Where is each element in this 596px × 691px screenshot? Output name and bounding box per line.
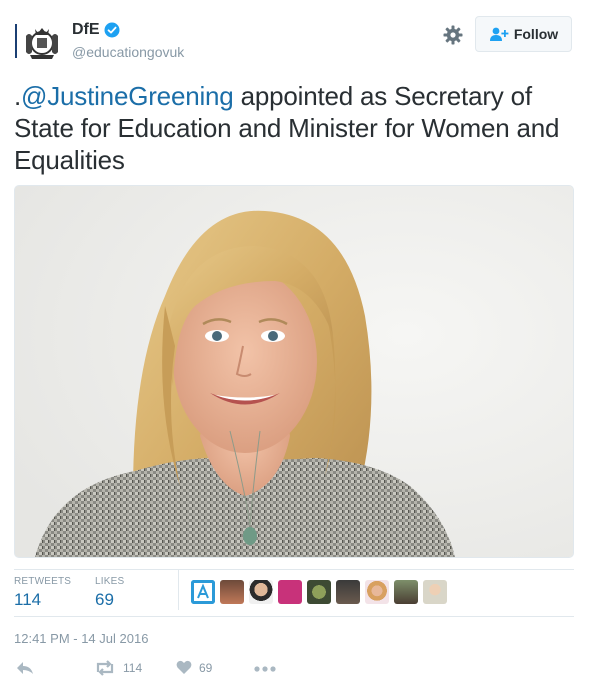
tweet-header: DfE @educationgovuk Follow (14, 14, 582, 64)
more-icon (254, 666, 276, 672)
retweets-stat[interactable]: RETWEETS 114 (14, 576, 71, 610)
account-handle[interactable]: @educationgovuk (72, 44, 184, 60)
heart-icon (176, 660, 192, 674)
retweet-icon (96, 660, 114, 676)
follow-button[interactable]: Follow (475, 16, 572, 52)
tweet-stats: RETWEETS 114 LIKES 69 (14, 570, 574, 615)
liker-avatar[interactable] (220, 580, 244, 604)
reply-icon (17, 662, 33, 674)
gear-icon[interactable] (442, 24, 464, 46)
liker-avatars (191, 580, 452, 604)
tweet-timestamp[interactable]: 12:41 PM - 14 Jul 2016 (14, 631, 148, 646)
tweet-photo[interactable] (14, 185, 574, 558)
reply-button[interactable] (16, 660, 34, 676)
account-name[interactable]: DfE (72, 21, 100, 39)
portrait-image (15, 186, 573, 557)
stats-divider (178, 570, 179, 610)
liker-avatar[interactable] (278, 580, 302, 604)
account-avatar[interactable] (14, 18, 64, 64)
crest-bar (15, 24, 17, 58)
liker-avatar[interactable] (365, 580, 389, 604)
liker-avatar[interactable] (423, 580, 447, 604)
account-name-row: DfE (72, 21, 120, 39)
tweet-prefix: . (14, 81, 22, 111)
more-button[interactable] (254, 666, 276, 672)
verified-badge-icon (104, 22, 120, 38)
crest-icon (26, 28, 58, 59)
retweet-action-count: 114 (123, 661, 143, 675)
liker-avatar[interactable] (336, 580, 360, 604)
like-action-count: 69 (199, 660, 213, 675)
likes-label: LIKES (95, 576, 125, 587)
like-button[interactable]: 69 (176, 660, 212, 675)
likes-count: 69 (95, 590, 114, 609)
retweets-label: RETWEETS (14, 576, 72, 587)
follow-person-icon (489, 27, 509, 41)
follow-label: Follow (513, 26, 559, 42)
retweets-count: 114 (14, 590, 42, 609)
liker-avatar[interactable] (191, 580, 215, 604)
tweet-actions: 114 69 (14, 660, 314, 684)
divider-bottom (14, 616, 574, 617)
liker-logo-icon (191, 580, 215, 604)
liker-avatar[interactable] (394, 580, 418, 604)
liker-avatar[interactable] (249, 580, 273, 604)
retweet-button[interactable]: 114 (94, 660, 142, 676)
tweet-text: .@JustineGreening appointed as Secretary… (14, 80, 574, 176)
liker-avatar[interactable] (307, 580, 331, 604)
mention-link[interactable]: @JustineGreening (21, 81, 234, 111)
likes-stat[interactable]: LIKES 69 (95, 576, 124, 610)
